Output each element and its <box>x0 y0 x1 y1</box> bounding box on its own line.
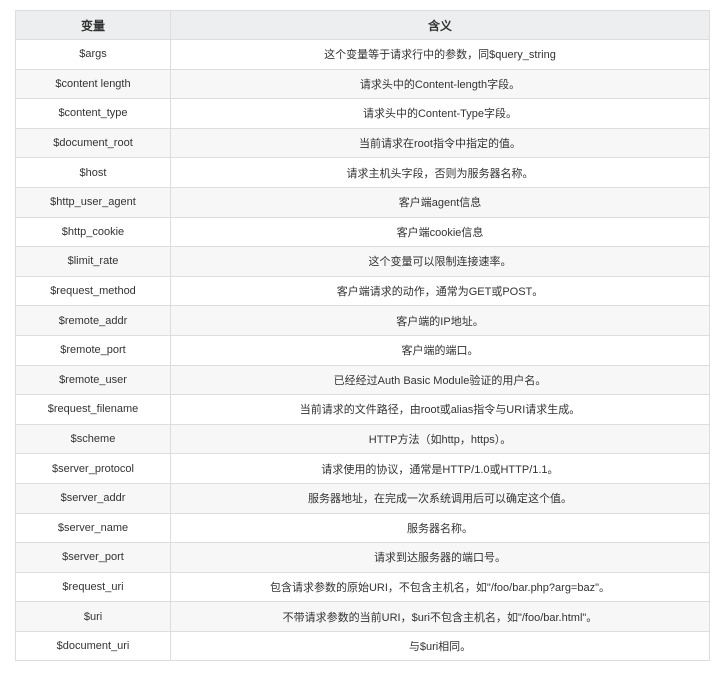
table-row: $content length 请求头中的Content-length字段。 <box>15 68 710 100</box>
meaning-cell: 客户端的IP地址。 <box>170 305 710 336</box>
meaning-cell: 这个变量可以限制连接速率。 <box>170 246 710 277</box>
table-body: $args 这个变量等于请求行中的参数，同$query_string $conte… <box>15 39 710 662</box>
meaning-cell: 当前请求在root指令中指定的值。 <box>170 127 710 159</box>
table-row: $request_method 客户端请求的动作，通常为GET或POST。 <box>15 275 710 307</box>
table-row: $server_port 请求到达服务器的端口号。 <box>15 542 710 573</box>
meaning-cell: 包含请求参数的原始URI，不包含主机名，如"/foo/bar.php?arg=b… <box>170 571 710 603</box>
table-row: $document_uri 与$uri相同。 <box>15 630 710 662</box>
table-row: $remote_addr 客户端的IP地址。 <box>15 305 710 336</box>
meaning-cell: 服务器名称。 <box>170 512 710 544</box>
header-meaning: 含义 <box>170 10 710 40</box>
table-row: $content_type 请求头中的Content-Type字段。 <box>15 98 710 129</box>
variable-cell: $http_user_agent <box>15 186 171 218</box>
variable-cell: $request_filename <box>15 394 171 425</box>
table-row: $http_user_agent 客户端agent信息 <box>15 186 710 218</box>
variables-table-container: 变量 含义 $args 这个变量等于请求行中的参数，同$query_string … <box>15 10 710 662</box>
table-row: $args 这个变量等于请求行中的参数，同$query_string <box>15 39 710 70</box>
variable-cell: $document_uri <box>15 630 171 662</box>
table-row: $document_root 当前请求在root指令中指定的值。 <box>15 127 710 159</box>
table-row: $server_name 服务器名称。 <box>15 512 710 544</box>
table-row: $limit_rate 这个变量可以限制连接速率。 <box>15 246 710 277</box>
table-row: $request_filename 当前请求的文件路径，由root或alias指令… <box>15 394 710 425</box>
meaning-cell: 这个变量等于请求行中的参数，同$query_string <box>170 39 710 70</box>
variable-cell: $server_protocol <box>15 453 171 484</box>
table-header: 变量 含义 <box>15 10 710 40</box>
meaning-cell: 服务器地址，在完成一次系统调用后可以确定这个值。 <box>170 482 710 514</box>
table-row: $server_protocol 请求使用的协议，通常是HTTP/1.0或HTTP… <box>15 453 710 484</box>
meaning-cell: 客户端agent信息 <box>170 186 710 218</box>
variable-cell: $server_addr <box>15 482 171 514</box>
meaning-cell: 已经经过Auth Basic Module验证的用户名。 <box>170 364 710 396</box>
meaning-cell: 请求使用的协议，通常是HTTP/1.0或HTTP/1.1。 <box>170 453 710 484</box>
variable-cell: $content_type <box>15 98 171 129</box>
header-variable: 变量 <box>15 10 171 40</box>
meaning-cell: 客户端cookie信息 <box>170 216 710 248</box>
variable-cell: $content length <box>15 68 171 100</box>
meaning-cell: 客户端的端口。 <box>170 334 710 366</box>
variable-cell: $server_port <box>15 542 171 573</box>
meaning-cell: 与$uri相同。 <box>170 630 710 662</box>
variable-cell: $http_cookie <box>15 216 171 248</box>
meaning-cell: 请求到达服务器的端口号。 <box>170 542 710 573</box>
meaning-cell: 请求头中的Content-length字段。 <box>170 68 710 100</box>
table-row: $remote_port 客户端的端口。 <box>15 334 710 366</box>
variable-cell: $server_name <box>15 512 171 544</box>
variable-cell: $remote_user <box>15 364 171 396</box>
variable-cell: $host <box>15 157 171 188</box>
variable-cell: $request_method <box>15 275 171 307</box>
variables-table: 变量 含义 $args 这个变量等于请求行中的参数，同$query_string … <box>15 10 710 662</box>
variable-cell: $remote_port <box>15 334 171 366</box>
header-row: 变量 含义 <box>15 10 710 40</box>
meaning-cell: 请求头中的Content-Type字段。 <box>170 98 710 129</box>
meaning-cell: 客户端请求的动作，通常为GET或POST。 <box>170 275 710 307</box>
variable-cell: $request_uri <box>15 571 171 603</box>
meaning-cell: 不带请求参数的当前URI，$uri不包含主机名，如"/foo/bar.html"… <box>170 601 710 632</box>
table-row: $scheme HTTP方法（如http，https）。 <box>15 423 710 455</box>
table-row: $remote_user 已经经过Auth Basic Module验证的用户名。 <box>15 364 710 396</box>
table-row: $uri 不带请求参数的当前URI，$uri不包含主机名，如"/foo/bar.h… <box>15 601 710 632</box>
variable-cell: $scheme <box>15 423 171 455</box>
variable-cell: $uri <box>15 601 171 632</box>
variable-cell: $document_root <box>15 127 171 159</box>
meaning-cell: HTTP方法（如http，https）。 <box>170 423 710 455</box>
table-row: $http_cookie 客户端cookie信息 <box>15 216 710 248</box>
meaning-cell: 请求主机头字段，否则为服务器名称。 <box>170 157 710 188</box>
table-row: $host 请求主机头字段，否则为服务器名称。 <box>15 157 710 188</box>
variable-cell: $limit_rate <box>15 246 171 277</box>
variable-cell: $args <box>15 39 171 70</box>
meaning-cell: 当前请求的文件路径，由root或alias指令与URI请求生成。 <box>170 394 710 425</box>
variable-cell: $remote_addr <box>15 305 171 336</box>
table-row: $request_uri 包含请求参数的原始URI，不包含主机名，如"/foo/b… <box>15 571 710 603</box>
table-row: $server_addr 服务器地址，在完成一次系统调用后可以确定这个值。 <box>15 482 710 514</box>
